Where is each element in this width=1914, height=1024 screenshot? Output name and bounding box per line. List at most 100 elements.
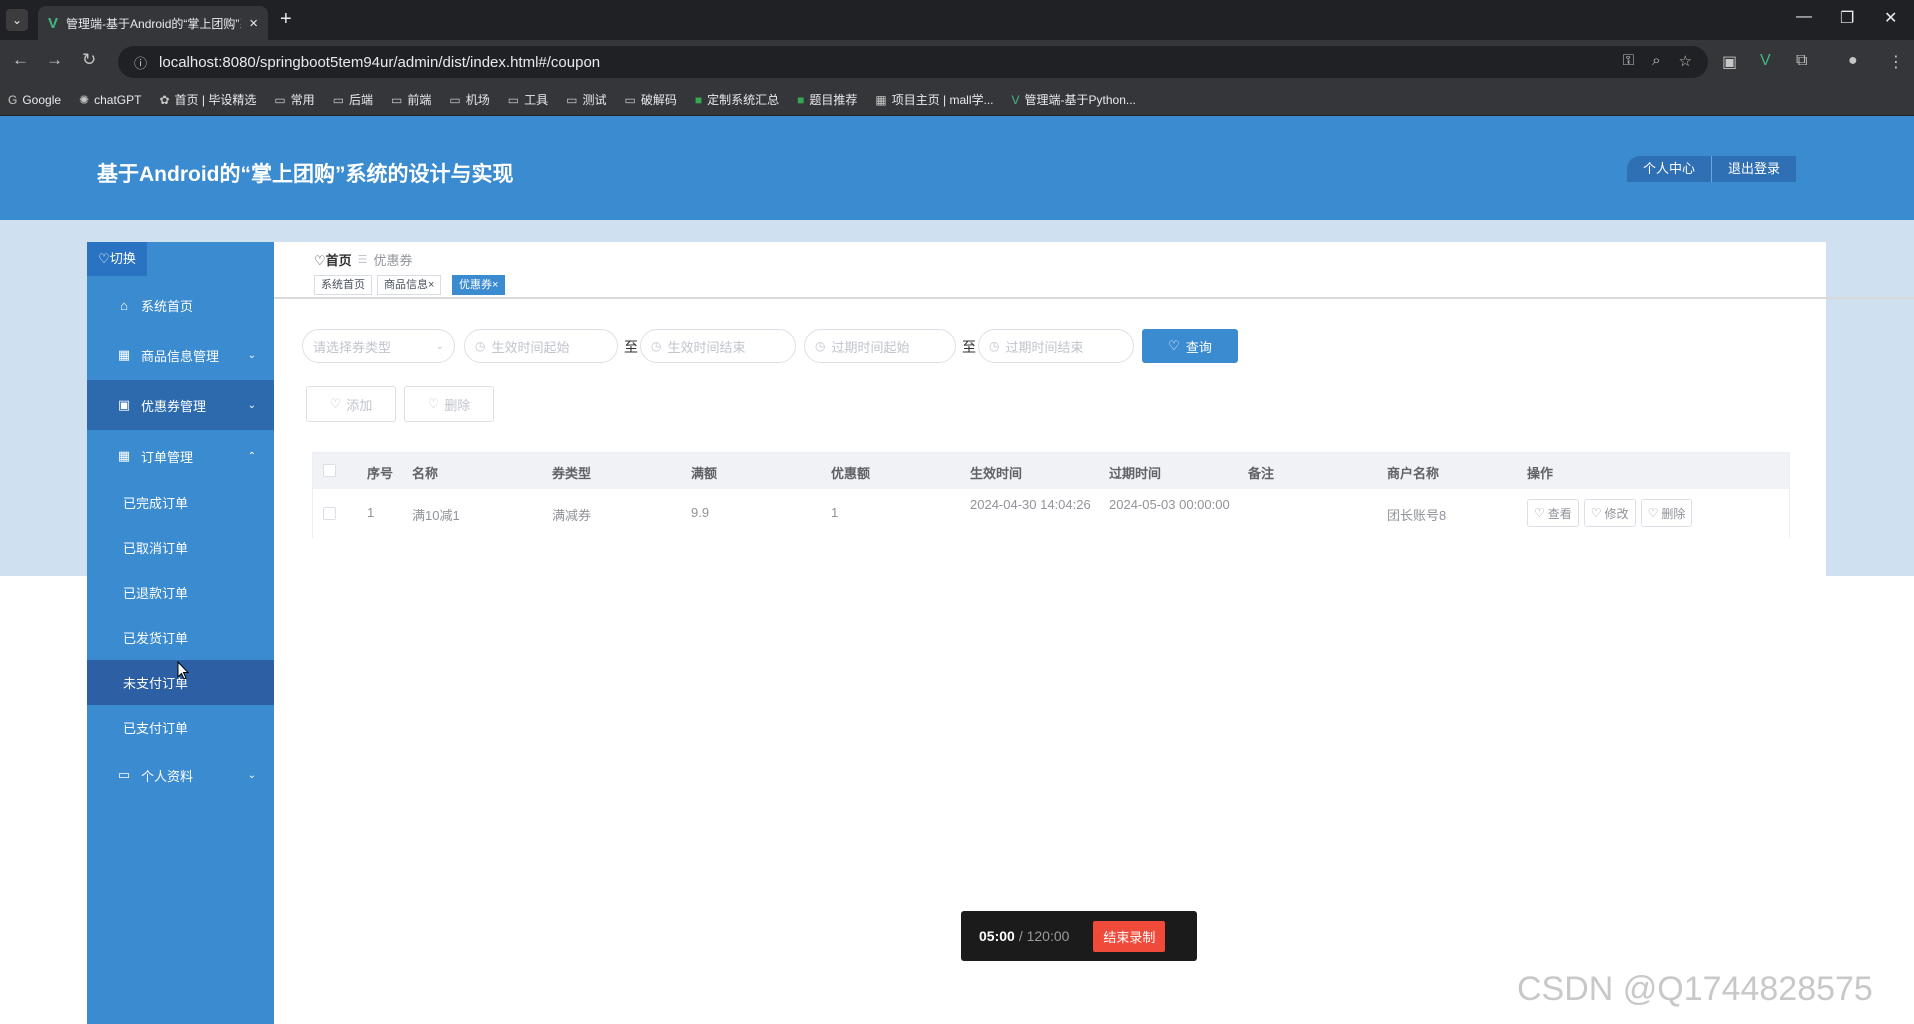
bookmark-chatgpt[interactable]: ✺ chatGPT: [79, 93, 141, 107]
site-icon: ▦: [875, 92, 887, 107]
column-header: 商户名称: [1387, 466, 1440, 481]
restore-icon[interactable]: ❐: [1840, 8, 1854, 28]
delete-button[interactable]: ♡ 删除: [1640, 499, 1693, 527]
sidebar-item-coupon-management[interactable]: ▣ 优惠券管理 ⌄: [87, 380, 274, 430]
folder-icon: ▭: [332, 92, 345, 107]
breadcrumb-home[interactable]: ♡首页: [314, 250, 352, 269]
sheet-icon: ■: [694, 92, 703, 107]
sidebar-subitem-paid-orders[interactable]: 已支付订单: [87, 705, 274, 750]
row-operations: ♡ 查看 ♡ 修改 ♡ 删除: [1527, 499, 1693, 527]
bookmark-custom-systems[interactable]: ■ 定制系统汇总: [695, 91, 779, 108]
site-icon: ✿: [159, 92, 170, 107]
cell-expire-time: 2024-05-03 00:00:00: [1109, 497, 1230, 512]
bookmark-star-icon[interactable]: ☆: [1679, 52, 1692, 70]
breadcrumb-separator-icon: ☰: [357, 254, 368, 266]
bookmark-folder-common[interactable]: ▭ 常用: [274, 91, 314, 108]
edit-button[interactable]: ♡ 修改: [1583, 499, 1636, 527]
column-header: 序号: [367, 466, 394, 481]
column-header: 名称: [412, 466, 439, 481]
bookmark-google[interactable]: G Google: [8, 93, 61, 107]
menu-kebab-icon[interactable]: ⋮: [1888, 52, 1904, 72]
password-key-icon[interactable]: ⚿: [1623, 52, 1634, 70]
coupon-type-select[interactable]: 请选择券类型 ⌄: [302, 329, 455, 363]
grid-icon: ▦: [117, 448, 131, 463]
stop-recording-button[interactable]: 结束录制: [1093, 920, 1166, 952]
clock-icon: ◷: [475, 339, 486, 353]
tab-close-icon[interactable]: ×: [249, 15, 258, 32]
column-header: 券类型: [552, 466, 592, 481]
folder-icon: ▭: [624, 92, 636, 107]
sidebar-toggle-button[interactable]: ♡切换: [87, 242, 147, 276]
sidebar-subitem-cancelled-orders[interactable]: 已取消订单: [87, 525, 274, 570]
heart-icon: ♡: [427, 396, 440, 411]
bookmark-mall-project[interactable]: ▦ 项目主页 | mall学...: [875, 91, 993, 108]
cell-type: 满减券: [552, 508, 592, 523]
table-row: 1 满10减1 满减券 9.9 1 2024-04-30 14:04:26 20…: [313, 489, 1789, 539]
expire-end-input[interactable]: ◷ 过期时间结束: [978, 329, 1134, 363]
csdn-watermark: CSDN @Q1744828575: [1517, 970, 1873, 1008]
sidebar-item-order-management[interactable]: ▦ 订单管理 ⌃: [87, 431, 274, 481]
address-bar[interactable]: ⓘ localhost:8080/springboot5tem94ur/admi…: [118, 46, 1708, 78]
heart-icon: ♡: [329, 396, 342, 411]
folder-icon: ▭: [507, 92, 520, 107]
bookmark-home-selection[interactable]: ✿ 首页 | 毕设精选: [159, 91, 256, 108]
tab-list-dropdown[interactable]: ⌄: [6, 9, 28, 31]
breadcrumb: ♡首页 ☰ 优惠券: [314, 250, 413, 269]
mouse-cursor-icon: [177, 661, 189, 680]
zoom-icon[interactable]: ⌕: [1652, 52, 1660, 70]
chevron-down-icon: ⌄: [247, 399, 256, 411]
sidebar-subitem-completed-orders[interactable]: 已完成订单: [87, 480, 274, 525]
column-header: 备注: [1248, 466, 1275, 481]
effective-end-input[interactable]: ◷ 生效时间结束: [640, 329, 796, 363]
sidebar-item-product-management[interactable]: ▦ 商品信息管理 ⌄: [87, 330, 274, 380]
reload-icon[interactable]: ↻: [82, 50, 96, 70]
personal-center-button[interactable]: 个人中心: [1627, 156, 1712, 182]
vue-favicon-icon: V: [48, 14, 59, 32]
clock-icon: ◷: [651, 339, 662, 353]
bookmark-folder-tools[interactable]: ▭ 工具: [508, 91, 548, 108]
app-title: 基于Android的“掌上团购”系统的设计与实现: [97, 163, 514, 186]
new-tab-icon[interactable]: +: [280, 8, 292, 31]
recording-bar: 05:00 / 120:00 结束录制: [961, 911, 1197, 961]
sidebar-subitem-refunded-orders[interactable]: 已退款订单: [87, 570, 274, 615]
tag-product-info[interactable]: 商品信息×: [377, 275, 442, 295]
vue-devtools-icon[interactable]: V: [1760, 52, 1771, 70]
bookmark-python-admin[interactable]: V 管理端-基于Python...: [1012, 91, 1136, 108]
back-icon[interactable]: ←: [12, 50, 29, 70]
row-checkbox[interactable]: [323, 507, 336, 520]
bookmark-folder-crack[interactable]: ▭ 破解码: [624, 91, 676, 108]
browser-toolbar: ← → ↻ ⓘ localhost:8080/springboot5tem94u…: [0, 40, 1914, 84]
bookmark-folder-frontend[interactable]: ▭ 前端: [391, 91, 431, 108]
url-text: localhost:8080/springboot5tem94ur/admin/…: [159, 53, 601, 71]
chevron-down-icon: ⌄: [247, 349, 256, 361]
close-window-icon[interactable]: ✕: [1884, 8, 1897, 28]
tag-coupon[interactable]: 优惠券×: [452, 275, 506, 295]
minimize-icon[interactable]: —: [1796, 8, 1812, 26]
heart-icon: ♡: [1534, 506, 1545, 520]
chevron-up-icon: ⌃: [247, 450, 256, 462]
add-button[interactable]: ♡ 添加: [306, 386, 396, 422]
site-info-icon[interactable]: ⓘ: [134, 53, 147, 72]
bookmark-folder-backend[interactable]: ▭ 后端: [333, 91, 373, 108]
sidebar-item-profile[interactable]: ▭ 个人资料 ⌄: [87, 750, 274, 800]
sidebar-item-home[interactable]: ⌂ 系统首页: [87, 280, 274, 330]
logout-button[interactable]: 退出登录: [1711, 156, 1797, 182]
extension-icon[interactable]: ▣: [1722, 52, 1737, 72]
expire-start-input[interactable]: ◷ 过期时间起始: [804, 329, 956, 363]
column-header: 过期时间: [1109, 466, 1162, 481]
batch-delete-button[interactable]: ♡ 删除: [404, 386, 494, 422]
search-button[interactable]: ♡ 查询: [1142, 329, 1238, 363]
browser-tab[interactable]: V 管理端-基于Android的“掌上团购”系统的设计与实现 ×: [38, 6, 268, 40]
sidebar-subitem-shipped-orders[interactable]: 已发货订单: [87, 615, 274, 660]
bookmark-topics[interactable]: ■ 题目推荐: [797, 91, 857, 108]
select-all-checkbox[interactable]: [323, 464, 336, 477]
extensions-puzzle-icon[interactable]: ⧉: [1796, 52, 1807, 70]
bookmark-folder-airport[interactable]: ▭ 机场: [449, 91, 489, 108]
forward-icon[interactable]: →: [46, 50, 63, 70]
bookmark-folder-test[interactable]: ▭ 测试: [566, 91, 606, 108]
effective-start-input[interactable]: ◷ 生效时间起始: [464, 329, 618, 363]
tag-system-home[interactable]: 系统首页: [314, 275, 372, 295]
view-button[interactable]: ♡ 查看: [1527, 499, 1579, 527]
profile-avatar-icon[interactable]: ●: [1848, 52, 1858, 70]
column-header: 优惠额: [831, 466, 871, 481]
